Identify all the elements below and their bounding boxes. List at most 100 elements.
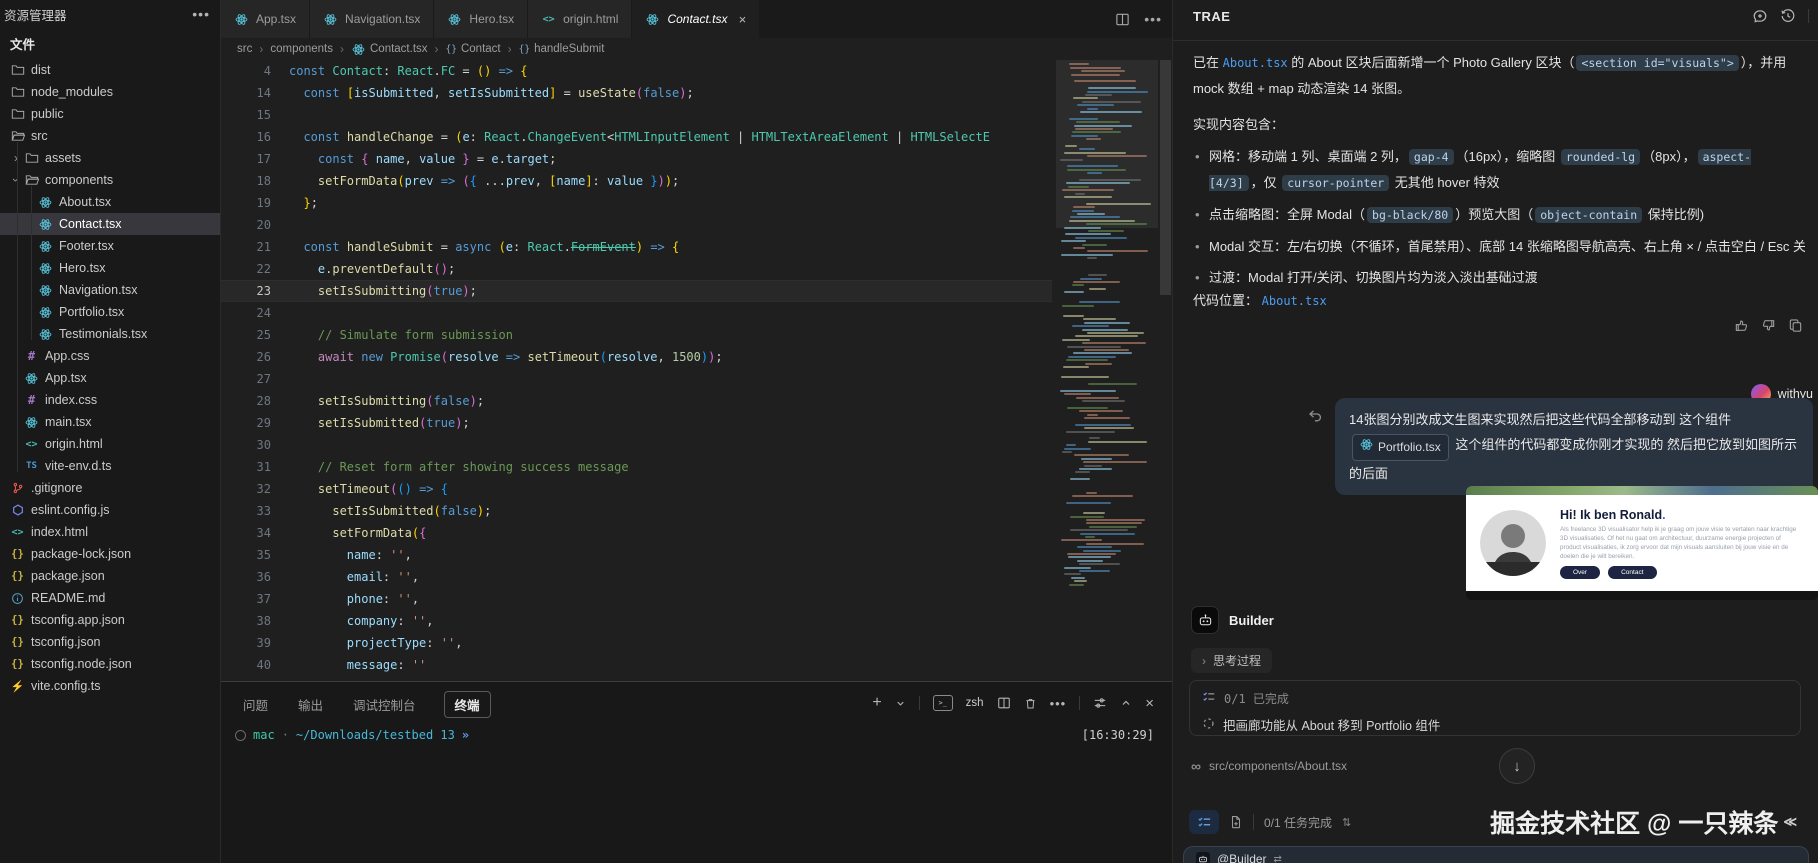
tree-item-app-tsx[interactable]: App.tsx — [0, 367, 220, 389]
tree-item-vite-env-d-ts[interactable]: TSvite-env.d.ts — [0, 455, 220, 477]
tree-item-package-json[interactable]: {}package.json — [0, 565, 220, 587]
code-line-15[interactable]: 15 — [221, 104, 1052, 126]
minimap[interactable] — [1056, 60, 1158, 620]
file-link[interactable]: About.tsx — [1223, 56, 1288, 70]
tree-item-public[interactable]: public — [0, 103, 220, 125]
tree-item-main-tsx[interactable]: main.tsx — [0, 411, 220, 433]
code-line-23[interactable]: 23 setIsSubmitting(true); — [221, 280, 1052, 302]
chat-input-box[interactable]: @Builder ⇄ — [1183, 846, 1809, 863]
tab-app-tsx[interactable]: App.tsx — [221, 0, 310, 38]
code-line-24[interactable]: 24 — [221, 302, 1052, 324]
code-line-39[interactable]: 39 projectType: '', — [221, 632, 1052, 654]
tree-item-dist[interactable]: dist — [0, 59, 220, 81]
tree-item-portfolio-tsx[interactable]: Portfolio.tsx — [0, 301, 220, 323]
tree-item-index-css[interactable]: #index.css — [0, 389, 220, 411]
new-chat-icon[interactable] — [1752, 8, 1768, 24]
terminal-prompt[interactable]: mac · ~/Downloads/testbed 13 » — [235, 728, 469, 742]
code-line-32[interactable]: 32 setTimeout(() => { — [221, 478, 1052, 500]
more-actions-icon[interactable]: ••• — [1144, 11, 1162, 27]
tab-origin-html[interactable]: <>origin.html — [528, 0, 632, 38]
tree-item-readme-md[interactable]: README.md — [0, 587, 220, 609]
close-tab-icon[interactable]: × — [738, 12, 746, 27]
tab-navigation-tsx[interactable]: Navigation.tsx — [310, 0, 434, 38]
code-line-26[interactable]: 26 await new Promise(resolve => setTimeo… — [221, 346, 1052, 368]
tree-item--gitignore[interactable]: .gitignore — [0, 477, 220, 499]
tree-item-hero-tsx[interactable]: Hero.tsx — [0, 257, 220, 279]
tree-item-components[interactable]: ›components — [0, 169, 220, 191]
code-line-18[interactable]: 18 setFormData(prev => ({ ...prev, [name… — [221, 170, 1052, 192]
more-icon[interactable]: ••• — [192, 6, 210, 22]
tab-contact-tsx[interactable]: Contact.tsx× — [632, 0, 760, 38]
code-line-19[interactable]: 19 }; — [221, 192, 1052, 214]
breadcrumb-item-contact-tsx[interactable]: Contact.tsx — [351, 42, 428, 57]
shell-icon[interactable]: >_ — [933, 695, 953, 711]
panel-tab-终端[interactable]: 终端 — [444, 691, 491, 718]
code-line-30[interactable]: 30 — [221, 434, 1052, 456]
new-file-icon[interactable] — [1229, 815, 1243, 829]
todo-card[interactable]: 0/1 已完成 把画廊功能从 About 移到 Portfolio 组件 — [1189, 680, 1801, 736]
panel-tab-调试控制台[interactable]: 调试控制台 — [351, 692, 418, 717]
tree-item-origin-html[interactable]: <>origin.html — [0, 433, 220, 455]
panel-tab-输出[interactable]: 输出 — [296, 692, 325, 717]
split-editor-icon[interactable] — [1115, 12, 1130, 27]
tree-item-tsconfig-node-json[interactable]: {}tsconfig.node.json — [0, 653, 220, 675]
tree-item-eslint-config-js[interactable]: eslint.config.js — [0, 499, 220, 521]
code-line-29[interactable]: 29 setIsSubmitted(true); — [221, 412, 1052, 434]
undo-icon[interactable] — [1307, 408, 1323, 424]
code-line-38[interactable]: 38 company: '', — [221, 610, 1052, 632]
code-editor[interactable]: 4const Contact: React.FC = () => {14 con… — [221, 60, 1052, 682]
tree-item-tsconfig-json[interactable]: {}tsconfig.json — [0, 631, 220, 653]
new-terminal-icon[interactable]: + — [872, 694, 881, 712]
copy-icon[interactable] — [1788, 318, 1803, 333]
panel-settings-icon[interactable] — [1093, 696, 1107, 710]
breadcrumb-item-src[interactable]: src — [237, 43, 252, 55]
tree-item-footer-tsx[interactable]: Footer.tsx — [0, 235, 220, 257]
thumbs-up-icon[interactable] — [1734, 318, 1749, 333]
split-terminal-icon[interactable] — [997, 696, 1011, 710]
code-line-37[interactable]: 37 phone: '', — [221, 588, 1052, 610]
breadcrumb-item-handlesubmit[interactable]: {}handleSubmit — [519, 43, 605, 55]
thumbs-down-icon[interactable] — [1761, 318, 1776, 333]
code-line-20[interactable]: 20 — [221, 214, 1052, 236]
breadcrumb-item-components[interactable]: components — [270, 43, 333, 55]
task-list-button[interactable] — [1189, 810, 1219, 834]
tree-item-contact-tsx[interactable]: Contact.tsx — [0, 213, 220, 235]
editor-scrollbar[interactable] — [1159, 60, 1172, 682]
code-line-31[interactable]: 31 // Reset form after showing success m… — [221, 456, 1052, 478]
chevron-up-icon[interactable] — [1120, 697, 1132, 709]
more-icon[interactable]: ••• — [1050, 696, 1067, 711]
chevron-down-icon[interactable]: › — [9, 175, 23, 185]
file-chip[interactable]: Portfolio.tsx — [1352, 434, 1449, 461]
panel-tab-问题[interactable]: 问题 — [241, 692, 270, 717]
code-line-17[interactable]: 17 const { name, value } = e.target; — [221, 148, 1052, 170]
tree-item-index-html[interactable]: <>index.html — [0, 521, 220, 543]
code-line-25[interactable]: 25 // Simulate form submission — [221, 324, 1052, 346]
code-line-34[interactable]: 34 setFormData({ — [221, 522, 1052, 544]
attached-image[interactable]: Hi! Ik ben Ronald. Als freelance 3D visu… — [1466, 486, 1818, 600]
switch-agent-icon[interactable]: ⇄ — [1274, 854, 1282, 863]
context-agent-label[interactable]: @Builder — [1217, 852, 1267, 863]
close-panel-icon[interactable]: × — [1145, 695, 1154, 712]
tab-hero-tsx[interactable]: Hero.tsx — [434, 0, 528, 38]
tree-item-navigation-tsx[interactable]: Navigation.tsx — [0, 279, 220, 301]
tree-item-testimonials-tsx[interactable]: Testimonials.tsx — [0, 323, 220, 345]
tree-item-tsconfig-app-json[interactable]: {}tsconfig.app.json — [0, 609, 220, 631]
scroll-to-bottom-button[interactable]: ↓ — [1499, 748, 1535, 784]
tree-item-assets[interactable]: ›assets — [0, 147, 220, 169]
code-line-36[interactable]: 36 email: '', — [221, 566, 1052, 588]
code-line-16[interactable]: 16 const handleChange = (e: React.Change… — [221, 126, 1052, 148]
code-line-14[interactable]: 14 const [isSubmitted, setIsSubmitted] =… — [221, 82, 1052, 104]
chevron-right-icon[interactable]: › — [11, 151, 21, 165]
breadcrumb-item-contact[interactable]: {}Contact — [446, 43, 501, 55]
tree-item-package-lock-json[interactable]: {}package-lock.json — [0, 543, 220, 565]
code-line-27[interactable]: 27 — [221, 368, 1052, 390]
trash-icon[interactable] — [1024, 697, 1037, 710]
workspace-section-label[interactable]: 文件 — [0, 28, 220, 59]
history-icon[interactable] — [1780, 8, 1796, 24]
code-line-28[interactable]: 28 setIsSubmitting(false); — [221, 390, 1052, 412]
attachment-button-contact[interactable]: Contact — [1608, 566, 1656, 579]
code-line-35[interactable]: 35 name: '', — [221, 544, 1052, 566]
tree-item-vite-config-ts[interactable]: ⚡vite.config.ts — [0, 675, 220, 697]
code-line-4[interactable]: 4const Contact: React.FC = () => { — [221, 60, 1052, 82]
code-line-40[interactable]: 40 message: '' — [221, 654, 1052, 676]
